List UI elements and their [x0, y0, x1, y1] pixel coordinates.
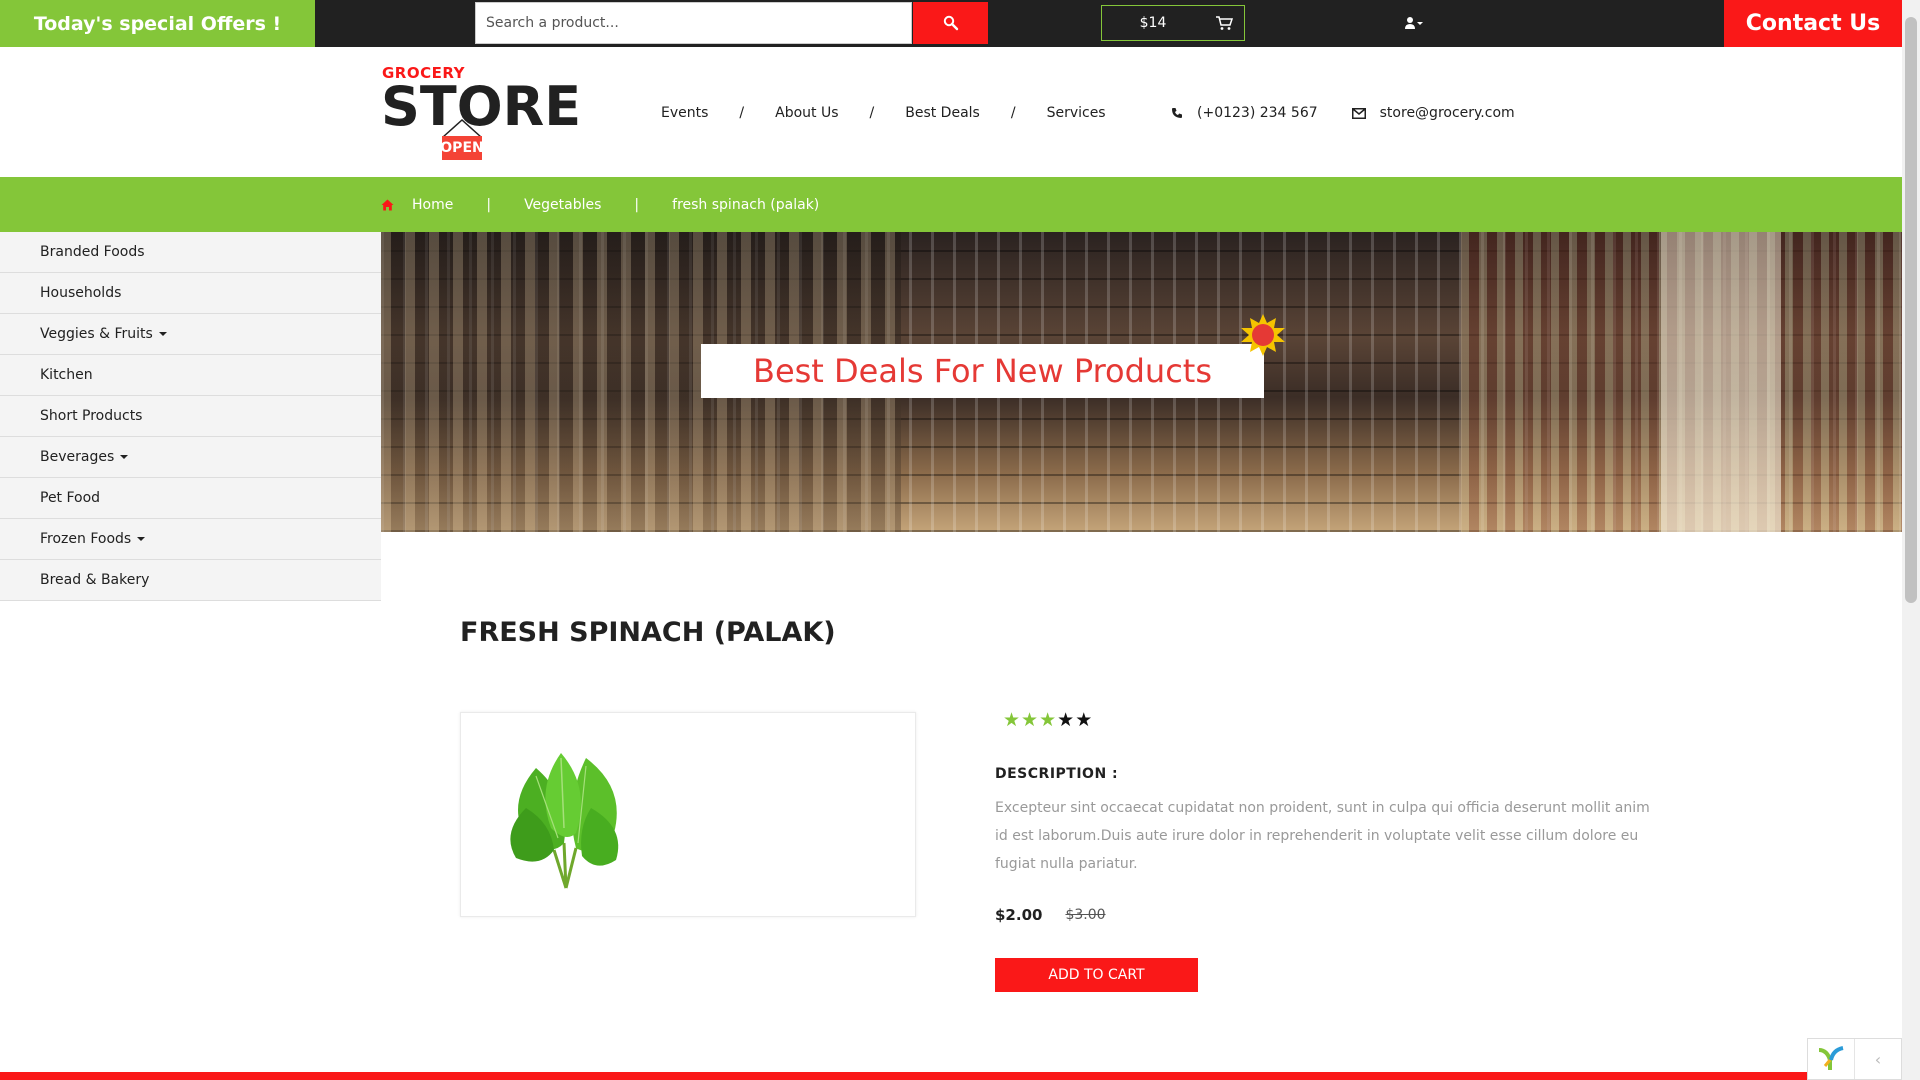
- scrollbar-thumb[interactable]: [1905, 17, 1917, 603]
- spinach-image: [510, 753, 619, 889]
- search-button[interactable]: [913, 2, 988, 44]
- cart-icon: [1204, 15, 1244, 31]
- promo-banner: Best Deals For New Products: [381, 232, 1902, 532]
- phone-icon: [1172, 108, 1182, 118]
- sidebar-item-bread-bakery[interactable]: Bread & Bakery: [0, 560, 381, 601]
- star-icon: ★: [1057, 709, 1075, 731]
- special-offer-badge-icon: [1241, 314, 1285, 356]
- floating-widget: ‹: [1807, 1038, 1902, 1080]
- search-icon: [943, 15, 958, 31]
- phone-info: (+0123) 234 567: [1171, 105, 1318, 121]
- banner-headline: Best Deals For New Products: [701, 344, 1264, 398]
- nav-separator: /: [869, 105, 875, 121]
- nav-best-deals[interactable]: Best Deals: [905, 105, 980, 121]
- top-bar: Today's special Offers ! $14 Contact Us: [0, 0, 1902, 47]
- category-sidebar: Branded Foods Households Veggies & Fruit…: [0, 232, 381, 601]
- envelope-icon: [1351, 107, 1366, 119]
- special-offers-banner[interactable]: Today's special Offers !: [0, 0, 315, 47]
- product-description: Excepteur sint occaecat cupidatat non pr…: [995, 800, 1650, 872]
- main-nav: Events / About Us / Best Deals / Service…: [661, 102, 1106, 124]
- caret-down-icon: [120, 455, 129, 459]
- sidebar-item-frozen-foods[interactable]: Frozen Foods: [0, 519, 381, 560]
- breadcrumb-vegetables[interactable]: Vegetables: [524, 197, 601, 213]
- nav-about-us[interactable]: About Us: [775, 105, 838, 121]
- sidebar-item-label: Short Products: [40, 408, 143, 424]
- breadcrumb-bar: Home | Vegetables | fresh spinach (palak…: [0, 177, 1902, 232]
- sidebar-item-label: Pet Food: [40, 490, 101, 506]
- price-original: $3.00: [1065, 907, 1106, 923]
- sidebar-item-veggies-fruits[interactable]: Veggies & Fruits: [0, 314, 381, 355]
- sign-string-icon: [442, 118, 482, 138]
- sidebar-item-beverages[interactable]: Beverages: [0, 437, 381, 478]
- breadcrumb-separator: |: [486, 196, 492, 213]
- store-logo[interactable]: GROCERY STORE OPEN: [381, 62, 581, 162]
- sidebar-item-label: Kitchen: [40, 367, 93, 383]
- widget-logo-icon[interactable]: [1808, 1039, 1855, 1079]
- nav-separator: /: [1010, 105, 1016, 121]
- page-scrollbar[interactable]: [1902, 0, 1920, 1080]
- user-menu-button[interactable]: [1398, 12, 1430, 34]
- product-rating: ★ ★ ★ ★ ★: [1003, 709, 1093, 731]
- breadcrumb-separator: |: [634, 196, 640, 213]
- price-current: $2.00: [995, 906, 1043, 924]
- caret-down-icon: [137, 537, 146, 541]
- email-address[interactable]: store@grocery.com: [1380, 105, 1515, 121]
- home-icon: [381, 199, 394, 211]
- star-icon: ★: [1021, 709, 1039, 731]
- header-contact-info: (+0123) 234 567 store@grocery.com: [1171, 102, 1515, 124]
- widget-collapse-icon[interactable]: ‹: [1855, 1039, 1901, 1079]
- nav-events[interactable]: Events: [661, 105, 708, 121]
- sidebar-item-label: Households: [40, 285, 122, 301]
- footer-divider: [0, 1072, 1902, 1080]
- user-icon: [1405, 17, 1423, 29]
- product-title: FRESH SPINACH (PALAK): [460, 617, 836, 648]
- sidebar-item-label: Frozen Foods: [40, 531, 132, 547]
- sidebar-item-label: Bread & Bakery: [40, 572, 150, 588]
- nav-services[interactable]: Services: [1047, 105, 1106, 121]
- search-input[interactable]: [475, 2, 912, 44]
- logo-open-sign: OPEN: [440, 136, 484, 160]
- sidebar-item-label: Veggies & Fruits: [40, 326, 153, 342]
- description-label: DESCRIPTION :: [995, 766, 1119, 782]
- sidebar-item-short-products[interactable]: Short Products: [0, 396, 381, 437]
- phone-number: (+0123) 234 567: [1197, 105, 1318, 121]
- product-price: $2.00 $3.00: [995, 906, 1106, 924]
- breadcrumb-current: fresh spinach (palak): [672, 196, 820, 213]
- breadcrumb-home[interactable]: Home: [412, 197, 453, 213]
- caret-down-icon: [158, 332, 167, 336]
- sidebar-item-label: Branded Foods: [40, 244, 145, 260]
- cart-total: $14: [1139, 15, 1167, 31]
- add-to-cart-button[interactable]: ADD TO CART: [995, 958, 1198, 992]
- nav-separator: /: [739, 105, 745, 121]
- product-image[interactable]: [460, 712, 916, 917]
- contact-us-button[interactable]: Contact Us: [1724, 0, 1902, 47]
- sidebar-item-branded-foods[interactable]: Branded Foods: [0, 232, 381, 273]
- sidebar-item-households[interactable]: Households: [0, 273, 381, 314]
- banner-aisle: [1661, 232, 1781, 532]
- sidebar-item-pet-food[interactable]: Pet Food: [0, 478, 381, 519]
- email-info: store@grocery.com: [1351, 105, 1515, 121]
- star-icon: ★: [1039, 709, 1057, 731]
- sidebar-item-label: Beverages: [40, 449, 115, 465]
- sidebar-item-kitchen[interactable]: Kitchen: [0, 355, 381, 396]
- star-icon: ★: [1075, 709, 1093, 731]
- breadcrumb: Home | Vegetables | fresh spinach (palak…: [381, 177, 819, 232]
- cart-button[interactable]: $14: [1101, 5, 1245, 41]
- star-icon: ★: [1003, 709, 1021, 731]
